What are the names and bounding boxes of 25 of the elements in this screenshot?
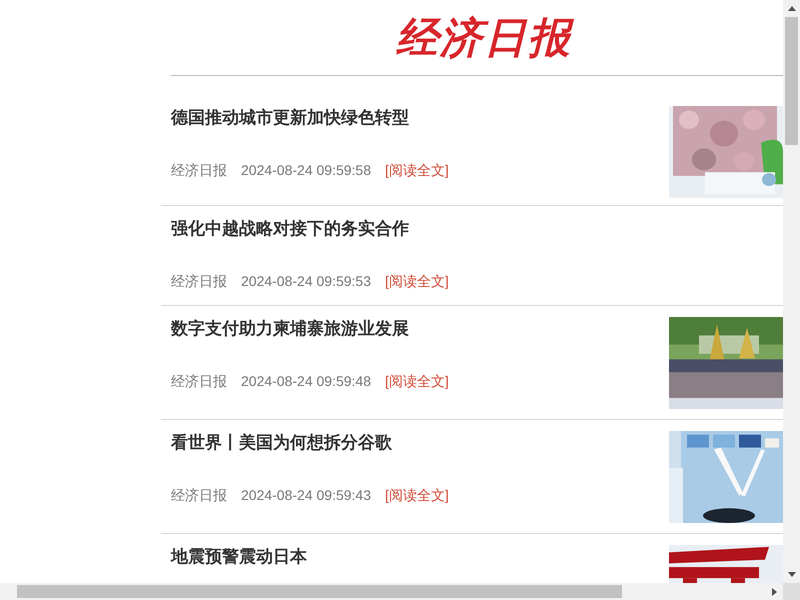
scrollbar-thumb[interactable] bbox=[17, 585, 622, 598]
article-time: 2024-08-24 09:59:48 bbox=[241, 372, 371, 391]
article-source: 经济日报 bbox=[171, 486, 227, 505]
article-title: 德国推动城市更新加快绿色转型 bbox=[171, 107, 410, 129]
article-title: 看世界丨美国为何想拆分谷歌 bbox=[171, 432, 393, 454]
scroll-down-icon[interactable] bbox=[788, 572, 796, 577]
article-title: 地震预警震动日本 bbox=[171, 546, 308, 568]
read-more-link[interactable]: [阅读全文] bbox=[385, 371, 449, 391]
horizontal-scrollbar[interactable] bbox=[0, 583, 783, 600]
scroll-right-icon[interactable] bbox=[772, 588, 777, 596]
article-source: 经济日报 bbox=[171, 272, 227, 291]
read-more-link[interactable]: [阅读全文] bbox=[385, 485, 449, 505]
read-more-link[interactable]: [阅读全文] bbox=[385, 160, 449, 180]
article-source: 经济日报 bbox=[171, 372, 227, 391]
article-time: 2024-08-24 09:59:43 bbox=[241, 486, 371, 505]
article-time: 2024-08-24 09:59:58 bbox=[241, 161, 371, 180]
scroll-up-icon[interactable] bbox=[788, 6, 796, 11]
vertical-scrollbar[interactable] bbox=[783, 0, 800, 583]
article-source: 经济日报 bbox=[171, 161, 227, 180]
article-time: 2024-08-24 09:59:53 bbox=[241, 272, 371, 291]
newspaper-logo: 经济日报 bbox=[396, 12, 572, 64]
scrollbar-thumb[interactable] bbox=[785, 17, 798, 145]
article-title: 强化中越战略对接下的务实合作 bbox=[171, 218, 410, 240]
read-more-link[interactable]: [阅读全文] bbox=[385, 271, 449, 291]
article-title: 数字支付助力柬埔寨旅游业发展 bbox=[171, 318, 410, 340]
